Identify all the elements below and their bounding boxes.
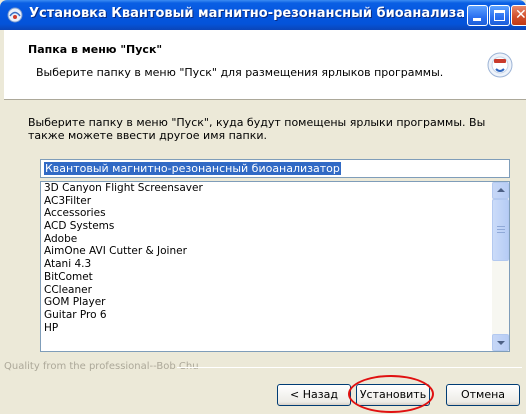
scrollbar-thumb[interactable] [492, 199, 509, 261]
arrow-down-icon [497, 341, 505, 345]
page-header: Папка в меню "Пуск" Выберите папку в мен… [4, 30, 526, 100]
installer-app-icon [7, 7, 23, 23]
list-item[interactable]: Guitar Pro 6 [41, 309, 509, 322]
body-area: Выберите папку в меню "Пуск", куда будут… [4, 101, 526, 356]
cancel-button[interactable]: Отмена [446, 384, 520, 406]
list-item[interactable]: Atani 4.3 [41, 258, 509, 271]
maximize-button[interactable] [489, 5, 510, 26]
close-button[interactable]: ✕ [511, 5, 526, 26]
minimize-icon [473, 18, 481, 21]
instruction-text: Выберите папку в меню "Пуск", куда будут… [28, 116, 486, 142]
arrow-up-icon [497, 188, 505, 192]
list-item[interactable]: Accessories [41, 207, 509, 220]
list-item[interactable]: AimOne AVI Cutter & Joiner [41, 245, 509, 258]
window-title: Установка Квантовый магнитно-резонансный… [29, 6, 464, 21]
installer-window: Установка Квантовый магнитно-резонансный… [0, 0, 526, 414]
close-icon: ✕ [515, 7, 526, 23]
footer-divider [177, 367, 522, 368]
back-button[interactable]: < Назад [277, 384, 351, 406]
scroll-down-button[interactable] [492, 334, 509, 351]
list-item[interactable]: AC3Filter [41, 195, 509, 208]
start-menu-folder-input[interactable]: Квантовый магнитно-резонансный биоанализ… [40, 159, 510, 178]
list-item[interactable]: Adobe [41, 233, 509, 246]
scroll-up-button[interactable] [492, 182, 509, 199]
grip-line [497, 229, 505, 230]
list-item[interactable]: GOM Player [41, 296, 509, 309]
grip-line [497, 226, 505, 227]
list-scrollbar[interactable] [492, 182, 509, 351]
page-title: Папка в меню "Пуск" [28, 43, 163, 56]
list-item[interactable]: BitComet [41, 271, 509, 284]
grip-line [497, 232, 505, 233]
folder-input-value: Квантовый магнитно-резонансный биоанализ… [44, 162, 341, 175]
page-subtitle: Выберите папку в меню "Пуск" для размеще… [36, 66, 444, 79]
maximize-icon [494, 10, 505, 21]
list-item[interactable]: CCleaner [41, 284, 509, 297]
start-menu-folder-list[interactable]: 3D Canyon Flight Screensaver AC3Filter A… [40, 181, 510, 352]
list-item[interactable]: 3D Canyon Flight Screensaver [41, 182, 509, 195]
branding-text: Quality from the professional--Bob Chu [4, 361, 199, 372]
title-bar[interactable]: Установка Квантовый магнитно-резонансный… [0, 0, 526, 30]
minimize-button[interactable] [467, 5, 488, 26]
installer-logo-icon [487, 52, 513, 78]
list-item[interactable]: HP [41, 322, 509, 335]
list-item[interactable]: ACD Systems [41, 220, 509, 233]
install-button[interactable]: Установить [356, 384, 430, 406]
